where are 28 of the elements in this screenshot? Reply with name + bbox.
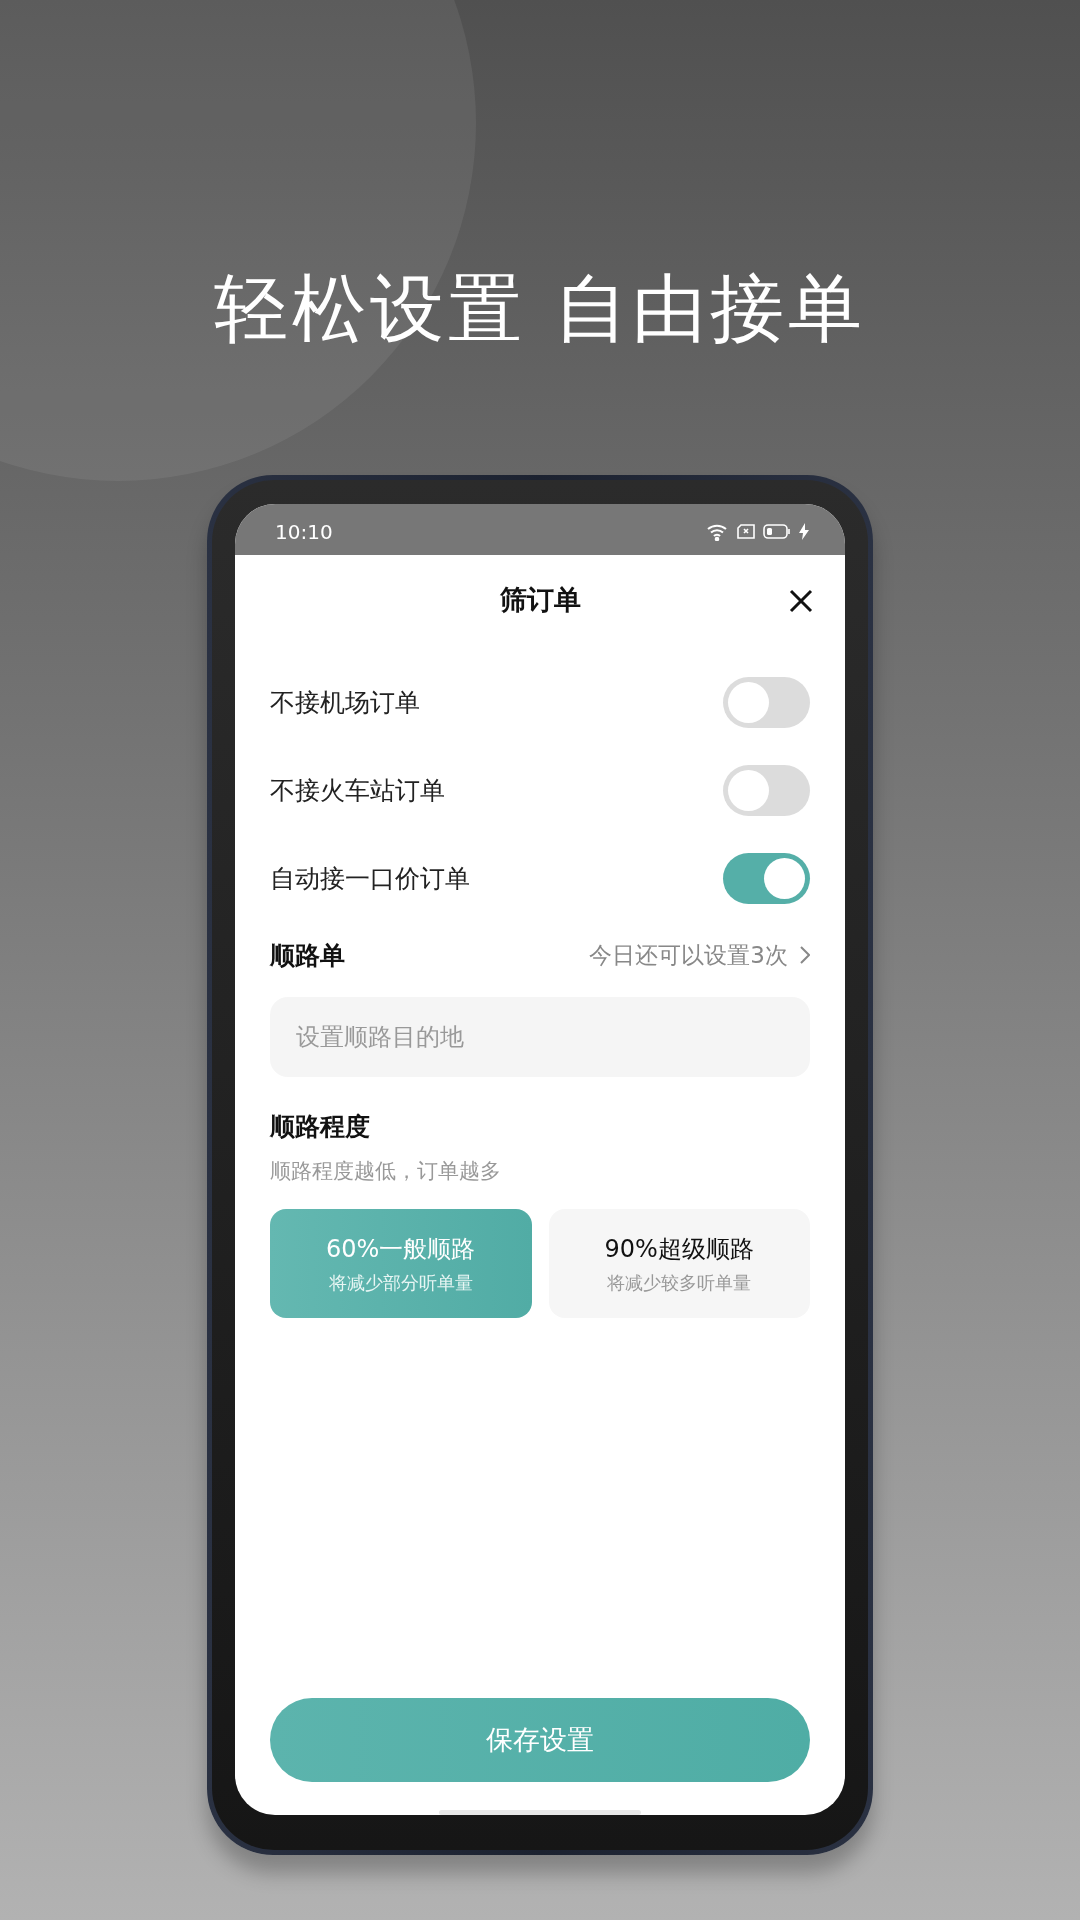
degree-title: 顺路程度 — [270, 1113, 371, 1141]
toggle-label: 不接机场订单 — [270, 686, 420, 719]
close-button[interactable] — [787, 587, 815, 615]
option-card[interactable]: 60%一般顺路 将减少部分听单量 — [270, 1209, 532, 1318]
toggle-switch[interactable] — [723, 676, 810, 728]
battery-icon — [763, 524, 791, 539]
toggle-label: 不接火车站订单 — [270, 774, 445, 807]
destination-field[interactable]: 设置顺路目的地 — [270, 997, 810, 1077]
charging-icon — [799, 523, 809, 540]
option-subtitle: 将减少较多听单量 — [607, 1270, 752, 1295]
option-title: 90%超级顺路 — [604, 1233, 754, 1265]
wifi-icon — [707, 522, 729, 541]
option-card[interactable]: 90%超级顺路 将减少较多听单量 — [548, 1209, 810, 1318]
sim-card-icon — [737, 524, 755, 539]
toggle-switch[interactable] — [723, 764, 810, 816]
save-button[interactable]: 保存设置 — [270, 1698, 810, 1782]
status-time: 10:10 — [275, 519, 334, 544]
close-icon — [787, 587, 815, 615]
chevron-icon — [800, 946, 810, 964]
sheet-title: 筛订单 — [499, 583, 581, 617]
toggle-switch[interactable] — [723, 852, 810, 904]
toggle-label: 自动接一口价订单 — [270, 862, 470, 895]
option-subtitle: 将减少部分听单量 — [328, 1270, 473, 1295]
degree-hint: 顺路程度越低，订单越多 — [270, 1158, 502, 1185]
headline: 轻松设置 自由接单 — [214, 264, 866, 353]
option-title: 60%一般顺路 — [326, 1233, 476, 1265]
route-label: 顺路单 — [270, 939, 345, 972]
remaining-link[interactable]: 今日还可以设置3次 — [589, 939, 810, 971]
